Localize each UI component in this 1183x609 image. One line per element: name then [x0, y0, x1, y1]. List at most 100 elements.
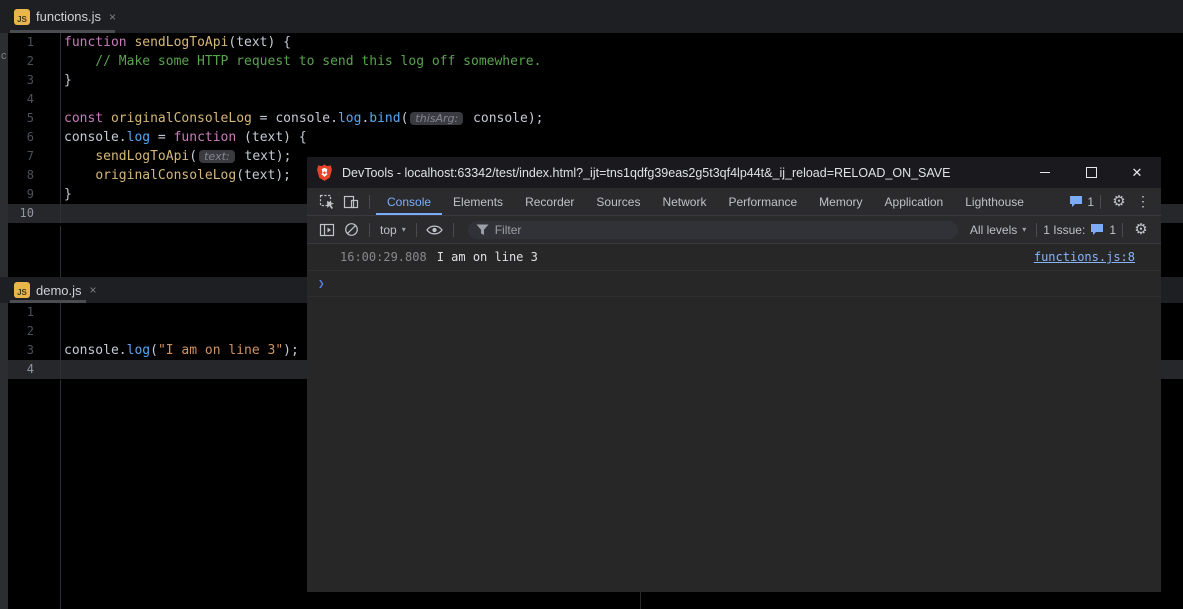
editor-split-divider[interactable] [640, 592, 641, 609]
line-number: 10 [8, 204, 34, 223]
inlay-hint: thisArg: [410, 112, 463, 125]
console-message-row: 16:00:29.808 I am on line 3 functions.js… [307, 244, 1161, 271]
issues-summary[interactable]: 1 Issue: 1 [1043, 223, 1116, 237]
separator [1122, 223, 1123, 237]
separator [1100, 195, 1101, 209]
tab-functions-js[interactable]: JS functions.js × [10, 0, 120, 33]
kebab-menu-icon[interactable]: ⋮ [1131, 191, 1155, 213]
separator [369, 223, 370, 237]
code-text: function sendLogToApi(text) { [60, 33, 1183, 52]
tab-label: demo.js [36, 283, 82, 298]
devtools-titlebar[interactable]: DevTools - localhost:63342/test/index.ht… [307, 157, 1161, 188]
issues-bubble-icon [1090, 223, 1104, 236]
console-toolbar: top ▾ Filter All levels ▾ [307, 216, 1161, 244]
prompt-chevron-icon: ❯ [318, 277, 325, 290]
console-output[interactable]: 16:00:29.808 I am on line 3 functions.js… [307, 244, 1161, 592]
active-tab-indicator [10, 300, 86, 303]
minimize-button[interactable] [1035, 163, 1055, 183]
devtools-tab-console[interactable]: Console [376, 188, 442, 215]
editor-tabbar-functions: JS functions.js × [0, 0, 1183, 33]
issues-count: 1 [1087, 195, 1094, 209]
devtools-tab-recorder[interactable]: Recorder [514, 188, 585, 215]
issues-counter[interactable]: 1 [1069, 195, 1094, 209]
filter-input[interactable]: Filter [468, 221, 958, 239]
console-settings-gear-icon[interactable]: ⚙ [1129, 219, 1153, 241]
line-number: 8 [8, 166, 34, 185]
line-number: 3 [8, 71, 34, 90]
console-sidebar-icon[interactable] [315, 219, 339, 241]
maximize-button[interactable] [1081, 163, 1101, 183]
line-number: 4 [8, 360, 34, 379]
code-line[interactable]: 5 const originalConsoleLog = console.log.… [8, 109, 1183, 128]
devtools-tabbar: ConsoleElementsRecorderSourcesNetworkPer… [307, 188, 1161, 216]
line-number: 9 [8, 185, 34, 204]
inspect-element-icon[interactable] [315, 191, 339, 213]
line-number: 2 [8, 52, 34, 71]
devtools-tab-performance[interactable]: Performance [717, 188, 808, 215]
gutter-separator [60, 226, 61, 277]
line-number: 7 [8, 147, 34, 166]
devtools-tabs: ConsoleElementsRecorderSourcesNetworkPer… [376, 188, 1035, 215]
line-number: 5 [8, 109, 34, 128]
separator [453, 223, 454, 237]
separator [1036, 223, 1037, 237]
context-label: top [380, 223, 397, 237]
clear-console-icon[interactable] [339, 219, 363, 241]
line-number: 1 [8, 303, 34, 322]
brave-logo-icon [315, 163, 334, 182]
message-timestamp: 16:00:29.808 [340, 250, 427, 264]
console-prompt-row[interactable]: ❯ [307, 271, 1161, 297]
live-expression-eye-icon[interactable] [423, 219, 447, 241]
devtools-tab-sources[interactable]: Sources [585, 188, 651, 215]
gutter-separator [60, 380, 61, 609]
ide-left-toolwindow-stripe[interactable]: c [0, 33, 8, 609]
inlay-hint: text: [199, 150, 235, 163]
code-line[interactable]: 6 console.log = function (text) { [8, 128, 1183, 147]
code-line[interactable]: 1 function sendLogToApi(text) { [8, 33, 1183, 52]
line-number: 6 [8, 128, 34, 147]
line-number: 2 [8, 322, 34, 341]
devtools-tab-elements[interactable]: Elements [442, 188, 514, 215]
stripe-label: c [1, 50, 7, 62]
levels-label: All levels [970, 223, 1017, 237]
close-window-button[interactable]: ✕ [1127, 163, 1147, 183]
settings-gear-icon[interactable]: ⚙ [1107, 191, 1131, 213]
device-toolbar-icon[interactable] [339, 191, 363, 213]
window-title: DevTools - localhost:63342/test/index.ht… [342, 166, 1035, 180]
code-text: console.log = function (text) { [60, 128, 1183, 147]
issues-bubble-icon [1069, 195, 1083, 208]
line-number: 4 [8, 90, 34, 109]
devtools-tab-network[interactable]: Network [651, 188, 717, 215]
close-icon[interactable]: × [109, 10, 116, 24]
line-number: 1 [8, 33, 34, 52]
log-levels-selector[interactable]: All levels ▾ [966, 223, 1030, 237]
code-text: const originalConsoleLog = console.log.b… [60, 109, 1183, 128]
code-line[interactable]: 4 [8, 90, 1183, 109]
code-line[interactable]: 2 // Make some HTTP request to send this… [8, 52, 1183, 71]
chevron-down-icon: ▾ [402, 225, 406, 234]
message-text: I am on line 3 [437, 250, 1034, 264]
context-selector[interactable]: top ▾ [376, 223, 410, 237]
devtools-window: DevTools - localhost:63342/test/index.ht… [307, 157, 1161, 592]
separator [416, 223, 417, 237]
funnel-icon [476, 224, 489, 236]
close-icon[interactable]: × [90, 283, 97, 297]
filter-placeholder: Filter [495, 223, 522, 237]
code-text: } [60, 71, 1183, 90]
code-text [60, 90, 1183, 109]
line-number: 3 [8, 341, 34, 360]
tab-label: functions.js [36, 9, 101, 24]
issues-label: 1 Issue: [1043, 223, 1085, 237]
js-file-icon: JS [14, 282, 30, 298]
active-tab-indicator [10, 30, 115, 33]
screen: c JS functions.js × 1 function sendLogToA… [0, 0, 1183, 609]
devtools-tab-memory[interactable]: Memory [808, 188, 873, 215]
code-line[interactable]: 3} [8, 71, 1183, 90]
separator [369, 195, 370, 209]
source-link[interactable]: functions.js:8 [1034, 250, 1135, 264]
chevron-down-icon: ▾ [1022, 225, 1026, 234]
code-text: // Make some HTTP request to send this l… [60, 52, 1183, 71]
devtools-tab-lighthouse[interactable]: Lighthouse [954, 188, 1035, 215]
js-file-icon: JS [14, 9, 30, 25]
devtools-tab-application[interactable]: Application [874, 188, 955, 215]
